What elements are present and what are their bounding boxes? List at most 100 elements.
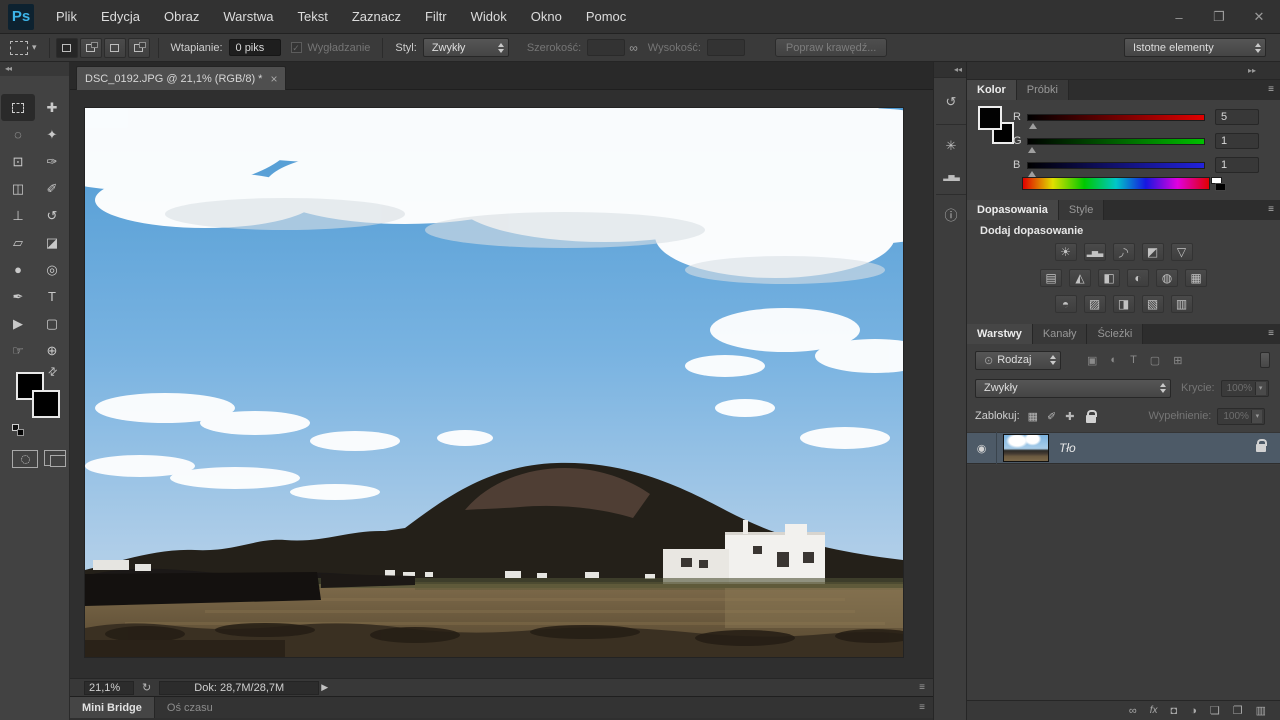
layer-filter-toggle[interactable] xyxy=(1260,352,1270,368)
tab-style[interactable]: Style xyxy=(1059,200,1104,220)
tab-dopasowania[interactable]: Dopasowania xyxy=(967,200,1059,220)
clone-stamp-tool[interactable]: ⊥ xyxy=(1,202,35,229)
adjustments-panel-menu-icon[interactable]: ≡ xyxy=(1268,204,1274,215)
foreground-swatch[interactable] xyxy=(978,106,1002,130)
new-group-icon[interactable]: ❏ xyxy=(1210,704,1220,717)
filter-smart-objects-icon[interactable]: ⊞ xyxy=(1173,354,1182,367)
color-spectrum-ramp[interactable] xyxy=(1022,177,1210,190)
new-selection-button[interactable] xyxy=(56,38,78,58)
add-layer-mask-icon[interactable]: ◘ xyxy=(1171,705,1178,717)
gradient-map-icon[interactable]: ▧ xyxy=(1142,295,1164,313)
minimize-button[interactable]: – xyxy=(1168,10,1190,25)
channel-mixer-icon[interactable]: ◍ xyxy=(1156,269,1178,287)
add-to-selection-button[interactable] xyxy=(80,38,102,58)
panel-color-swatches[interactable] xyxy=(978,106,1018,146)
selective-color-icon[interactable]: ▥ xyxy=(1171,295,1193,313)
filter-shape-layers-icon[interactable]: ▢ xyxy=(1150,354,1160,367)
posterize-icon[interactable]: ▨ xyxy=(1084,295,1106,313)
eraser-tool[interactable]: ▱ xyxy=(1,229,35,256)
delete-layer-icon[interactable]: ▥ xyxy=(1256,704,1266,717)
quick-mask-button[interactable] xyxy=(12,450,38,468)
path-selection-tool[interactable]: ▶ xyxy=(1,310,35,337)
green-value-field[interactable]: 1 xyxy=(1215,133,1259,149)
spectrum-black-swatch[interactable] xyxy=(1215,183,1226,191)
maximize-button[interactable]: ❐ xyxy=(1208,9,1230,25)
subtract-from-selection-button[interactable] xyxy=(104,38,126,58)
filter-pixel-layers-icon[interactable]: ▣ xyxy=(1087,354,1097,367)
filter-type-layers-icon[interactable]: T xyxy=(1130,354,1137,366)
layer-thumbnail[interactable] xyxy=(1003,434,1049,462)
tab-kanaly[interactable]: Kanały xyxy=(1033,324,1088,344)
color-lookup-icon[interactable]: ▦ xyxy=(1185,269,1207,287)
mini-bridge-status-icon[interactable]: ↻ xyxy=(142,681,151,694)
red-slider[interactable] xyxy=(1027,114,1205,121)
menu-pomoc[interactable]: Pomoc xyxy=(574,0,638,34)
rectangular-marquee-tool[interactable] xyxy=(1,94,35,121)
black-white-icon[interactable]: ◧ xyxy=(1098,269,1120,287)
filter-adjustment-layers-icon[interactable]: ◐ xyxy=(1110,354,1117,366)
fill-dropdown[interactable]: 100% ▾ xyxy=(1217,408,1265,425)
dock-expand-button[interactable]: ◂◂ xyxy=(934,62,966,78)
gradient-tool[interactable]: ◪ xyxy=(35,229,69,256)
refine-edge-button[interactable]: Popraw krawędź... xyxy=(775,38,887,57)
brightness-contrast-icon[interactable]: ☀ xyxy=(1055,243,1077,261)
toolbar-collapse-button[interactable]: ◂◂ xyxy=(0,62,69,76)
screen-mode-button[interactable] xyxy=(44,450,66,466)
tool-preset-arrow-icon[interactable]: ▾ xyxy=(32,42,37,53)
menu-plik[interactable]: Plik xyxy=(44,0,89,34)
type-tool[interactable]: T xyxy=(35,283,69,310)
lasso-tool[interactable]: ◌ xyxy=(1,121,35,148)
canvas[interactable] xyxy=(85,108,903,657)
menu-okno[interactable]: Okno xyxy=(519,0,574,34)
new-adjustment-layer-icon[interactable]: ◑ xyxy=(1190,705,1197,717)
new-layer-icon[interactable]: ❐ xyxy=(1233,704,1243,717)
invert-icon[interactable]: ◓ xyxy=(1055,295,1077,313)
red-value-field[interactable]: 5 xyxy=(1215,109,1259,125)
shape-tool[interactable]: ▢ xyxy=(35,310,69,337)
background-color-swatch[interactable] xyxy=(32,390,60,418)
move-tool[interactable]: ✚ xyxy=(35,94,69,121)
close-button[interactable]: ✕ xyxy=(1248,9,1270,25)
swap-colors-icon[interactable]: ⇄ xyxy=(45,364,61,380)
menu-obraz[interactable]: Obraz xyxy=(152,0,211,34)
layer-style-icon[interactable]: fx xyxy=(1150,705,1158,716)
height-input[interactable] xyxy=(707,39,745,56)
histogram-panel-icon[interactable]: ▂▅▃ xyxy=(938,164,964,188)
green-slider[interactable] xyxy=(1027,138,1205,145)
exposure-icon[interactable]: ◩ xyxy=(1142,243,1164,261)
zoom-tool[interactable]: ⊕ xyxy=(35,337,69,364)
intersect-selection-button[interactable] xyxy=(128,38,150,58)
document-size-field[interactable]: Dok: 28,7M/28,7M xyxy=(159,681,319,695)
color-balance-icon[interactable]: ◭ xyxy=(1069,269,1091,287)
style-dropdown[interactable]: Zwykły xyxy=(423,38,509,57)
width-input[interactable] xyxy=(587,39,625,56)
vibrance-icon[interactable]: ▽ xyxy=(1171,243,1193,261)
panels-collapse-button[interactable]: ▸▸ xyxy=(967,62,1280,80)
layer-row-background[interactable]: ◉ Tło xyxy=(967,432,1280,464)
menu-zaznacz[interactable]: Zaznacz xyxy=(340,0,413,34)
feather-input[interactable]: 0 piks xyxy=(229,39,281,56)
blur-tool[interactable]: ● xyxy=(1,256,35,283)
blue-slider[interactable] xyxy=(1027,162,1205,169)
antialias-checkbox[interactable]: ✓ xyxy=(291,42,302,53)
hand-tool[interactable]: ☞ xyxy=(1,337,35,364)
blue-value-field[interactable]: 1 xyxy=(1215,157,1259,173)
pen-tool[interactable]: ✒ xyxy=(1,283,35,310)
photo-filter-icon[interactable]: ◐ xyxy=(1127,269,1149,287)
menu-warstwa[interactable]: Warstwa xyxy=(211,0,285,34)
eyedropper-tool[interactable]: ✑ xyxy=(35,148,69,175)
menu-widok[interactable]: Widok xyxy=(459,0,519,34)
lock-all-icon[interactable] xyxy=(1086,415,1096,423)
menu-edycja[interactable]: Edycja xyxy=(89,0,152,34)
levels-icon[interactable]: ▂▅▃ xyxy=(1084,243,1106,261)
curves-icon[interactable]: ◞◝ xyxy=(1113,243,1135,261)
hue-saturation-icon[interactable]: ▤ xyxy=(1040,269,1062,287)
tab-mini-bridge[interactable]: Mini Bridge xyxy=(70,697,155,718)
layers-list-empty-area[interactable] xyxy=(967,465,1280,700)
brush-tool[interactable]: ✐ xyxy=(35,175,69,202)
tab-warstwy[interactable]: Warstwy xyxy=(967,324,1033,344)
default-colors-icon[interactable] xyxy=(12,424,24,436)
status-bar-menu-icon[interactable]: ≡ xyxy=(919,682,925,693)
dodge-tool[interactable]: ◎ xyxy=(35,256,69,283)
blue-slider-thumb[interactable] xyxy=(1028,171,1036,177)
